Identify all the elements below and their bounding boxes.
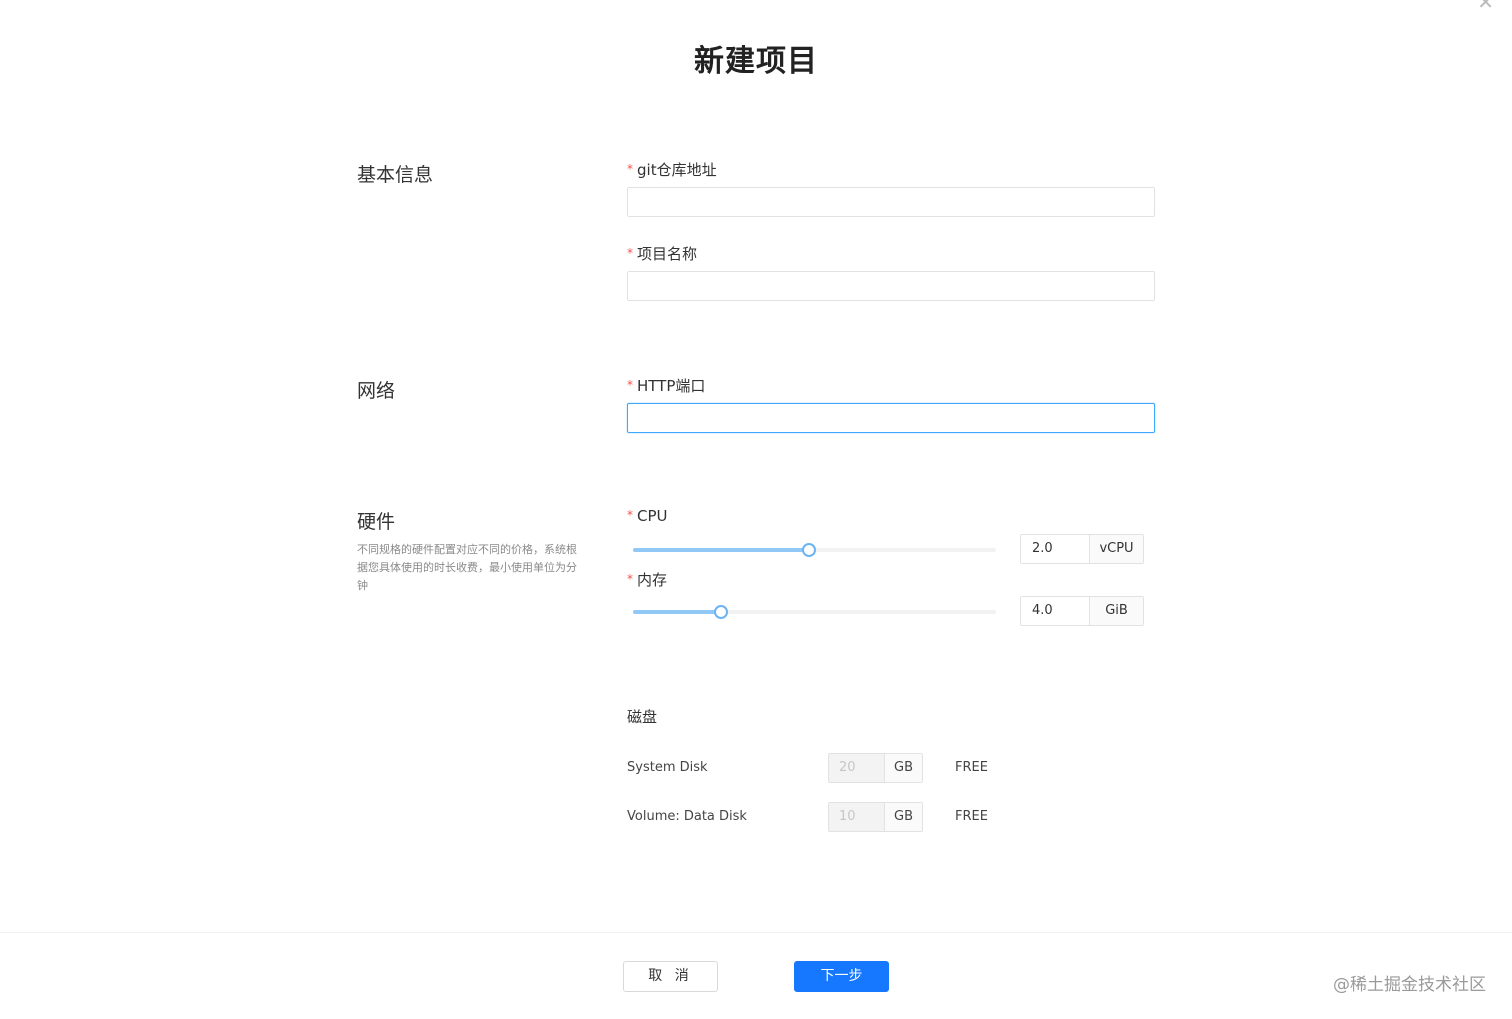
slider-handle[interactable] — [802, 543, 817, 557]
memory-value[interactable]: 4.0 — [1021, 597, 1090, 625]
close-icon[interactable]: ✕ — [1477, 0, 1494, 12]
section-title-basic: 基本信息 — [357, 164, 434, 186]
section-title-network: 网络 — [357, 380, 396, 402]
project-name-label-text: 项目名称 — [637, 245, 698, 263]
git-repo-label-text: git仓库地址 — [637, 161, 717, 179]
required-mark: * — [627, 378, 633, 392]
page-title: 新建项目 — [694, 44, 818, 79]
data-disk-value: 10 — [829, 803, 885, 831]
required-mark: * — [627, 162, 633, 176]
http-port-input[interactable] — [627, 403, 1155, 433]
required-mark: * — [627, 246, 633, 260]
memory-slider[interactable] — [633, 605, 996, 619]
system-disk-value: 20 — [829, 754, 885, 782]
data-disk-input: 10 GB — [828, 802, 923, 832]
next-step-button[interactable]: 下一步 — [794, 961, 889, 992]
slider-handle[interactable] — [714, 605, 729, 619]
new-project-dialog: ✕ 新建项目 基本信息 * git仓库地址 * 项目名称 网络 * HTTP端口 硬件… — [0, 0, 1512, 1019]
http-port-label-text: HTTP端口 — [637, 377, 706, 395]
dialog-footer — [0, 932, 1512, 1019]
memory-value-input[interactable]: 4.0 GiB — [1020, 596, 1144, 626]
cpu-slider[interactable] — [633, 543, 996, 557]
cancel-button[interactable]: 取 消 — [623, 961, 718, 992]
slider-track — [633, 610, 722, 614]
system-disk-label: System Disk — [627, 760, 708, 775]
data-disk-label: Volume: Data Disk — [627, 809, 747, 824]
disk-title: 磁盘 — [627, 708, 658, 726]
system-disk-price: FREE — [955, 760, 988, 775]
slider-track — [633, 548, 810, 552]
data-disk-unit: GB — [885, 803, 922, 831]
watermark: @稀土掘金技术社区 — [1333, 975, 1486, 995]
git-repo-label: * git仓库地址 — [627, 159, 717, 180]
cpu-unit: vCPU — [1090, 535, 1143, 563]
cpu-label: * CPU — [627, 507, 668, 525]
memory-unit: GiB — [1090, 597, 1143, 625]
required-mark: * — [627, 572, 633, 586]
cpu-label-text: CPU — [637, 507, 668, 525]
git-repo-input[interactable] — [627, 187, 1155, 217]
required-mark: * — [627, 508, 633, 522]
system-disk-unit: GB — [885, 754, 922, 782]
hardware-description: 不同规格的硬件配置对应不同的价格，系统根据您具体使用的时长收费，最小使用单位为分… — [357, 543, 577, 592]
memory-label-text: 内存 — [637, 571, 668, 589]
project-name-label: * 项目名称 — [627, 243, 697, 264]
project-name-input[interactable] — [627, 271, 1155, 301]
section-title-hardware: 硬件 — [357, 511, 396, 533]
http-port-label: * HTTP端口 — [627, 375, 705, 396]
cpu-value-input[interactable]: 2.0 vCPU — [1020, 534, 1144, 564]
data-disk-price: FREE — [955, 809, 988, 824]
memory-label: * 内存 — [627, 569, 667, 590]
system-disk-input: 20 GB — [828, 753, 923, 783]
cpu-value[interactable]: 2.0 — [1021, 535, 1090, 563]
